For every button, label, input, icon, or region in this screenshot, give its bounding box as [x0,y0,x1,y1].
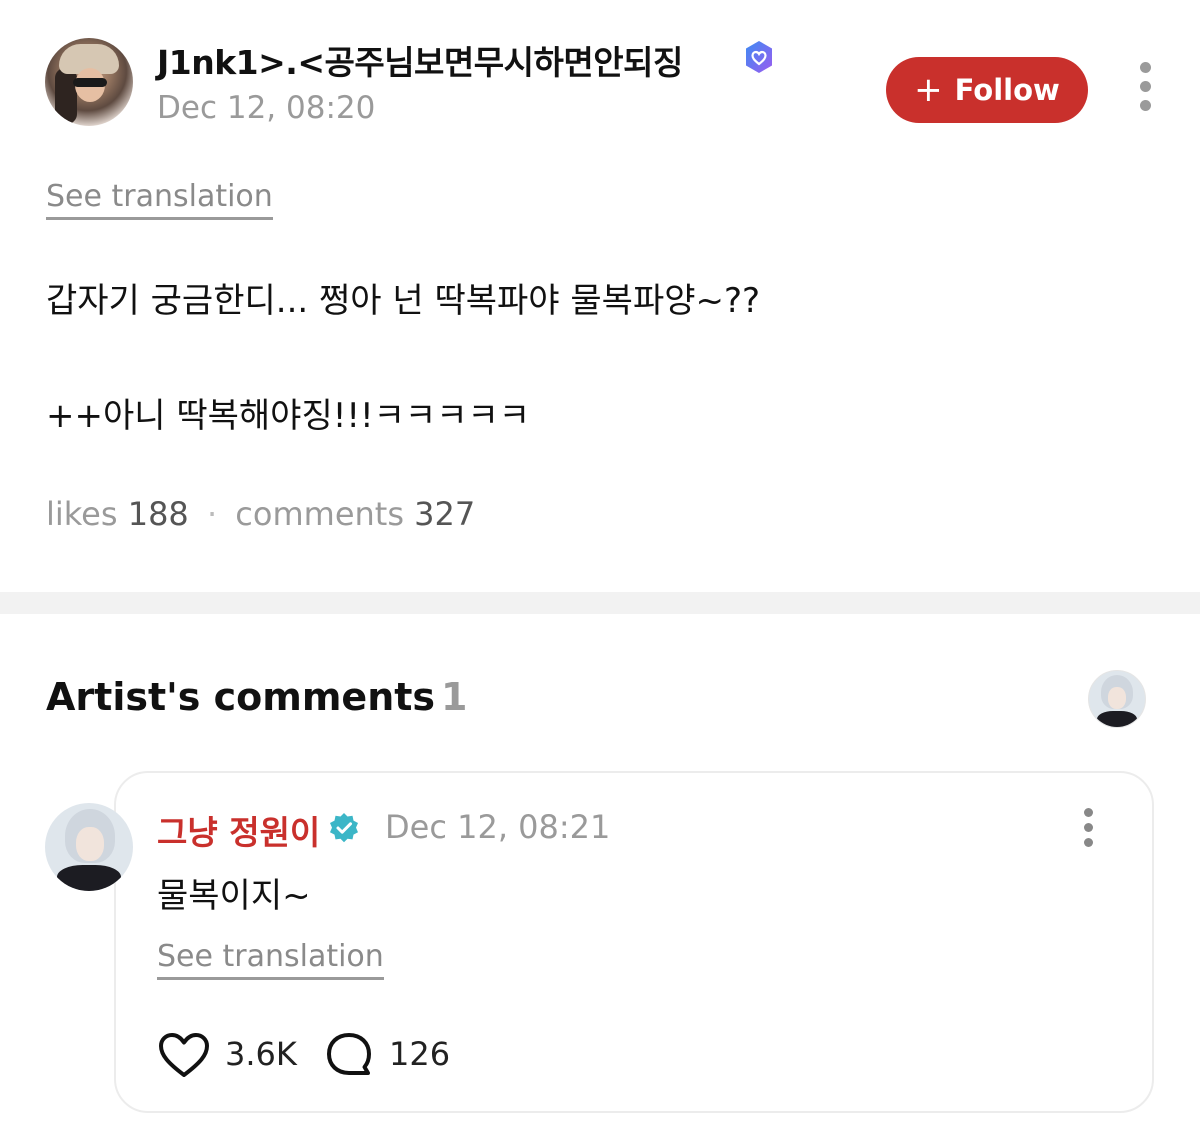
artist-comment-timestamp: Dec 12, 08:21 [385,808,611,846]
artist-comment-like-count: 3.6K [225,1035,297,1073]
plus-icon: + [914,70,943,110]
likes-count[interactable]: 188 [128,495,189,533]
comments-count[interactable]: 327 [414,495,475,533]
follow-label: Follow [954,73,1060,107]
post-author-avatar[interactable] [45,38,133,126]
verified-badge-icon [746,41,772,73]
artist-filter-avatar[interactable] [1088,670,1146,728]
artist-comments-title: Artist's comments [46,675,436,719]
section-divider [0,592,1200,614]
likes-label: likes [46,495,118,533]
artist-comments-count: 1 [441,675,468,719]
artist-name[interactable]: 그냥 정원이 [157,806,320,854]
post-author-username[interactable]: J1nk1>.<공주님보면무시하면안되징 [157,36,683,84]
artist-comment-text: 물복이지~ [157,876,311,916]
artist-comment-reply-count: 126 [389,1035,451,1073]
post-see-translation-link[interactable]: See translation [46,179,273,220]
verified-check-icon [330,813,358,843]
post-timestamp: Dec 12, 08:20 [157,90,376,126]
heart-icon[interactable] [158,1031,210,1079]
follow-button[interactable]: + Follow [886,57,1088,123]
post-more-options-icon[interactable] [1130,62,1160,118]
post-body-line-1: 갑자기 궁금한디... 쩡아 넌 딱복파야 물복파양~?? [46,281,761,321]
post-stats: likes 188 · comments 327 [46,495,475,533]
comments-label: comments [235,495,404,533]
artist-comments-heading: Artist's comments 1 [46,675,468,719]
artist-avatar[interactable] [45,803,133,891]
speech-bubble-icon[interactable] [324,1031,374,1079]
comment-more-options-icon[interactable] [1078,808,1098,852]
comment-see-translation-link[interactable]: See translation [157,939,384,980]
stats-separator: · [206,495,218,533]
post-body-line-2: ++아니 딱복해야징!!!ㅋㅋㅋㅋㅋ [46,396,531,436]
